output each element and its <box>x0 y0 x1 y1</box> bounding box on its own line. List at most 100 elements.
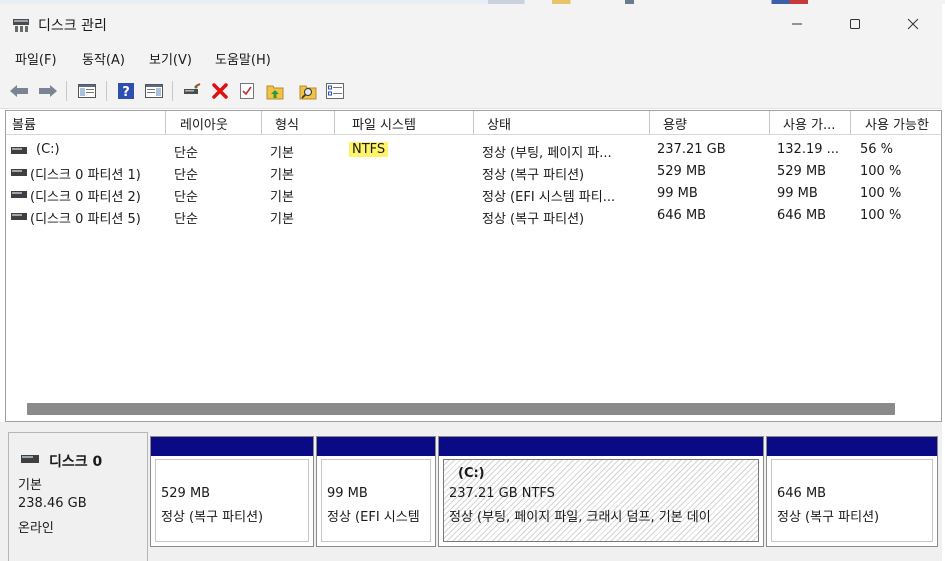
volume-status: 정상 (부팅, 페이지 파... <box>482 146 612 161</box>
volume-list: 볼륨 레이아웃 형식 파일 시스템 상태 용량 사용 가... 사용 가능한 (… <box>5 110 942 422</box>
find-button[interactable] <box>297 80 319 102</box>
volume-percent-free: 56 % <box>860 142 894 157</box>
volume-percent-free: 100 % <box>860 186 902 201</box>
svg-text:?: ? <box>122 85 130 100</box>
partition-header-bar <box>151 437 313 456</box>
back-button[interactable] <box>8 80 30 102</box>
column-header-percent-free[interactable]: 사용 가능한 <box>865 114 929 133</box>
partition-header-bar <box>767 437 937 456</box>
toolbar: ? <box>0 72 942 109</box>
volume-percent-free: 100 % <box>860 208 902 223</box>
volume-row[interactable]: (디스크 0 파티션 1) 단순 기본 정상 (복구 파티션) 529 MB 5… <box>6 162 941 184</box>
drive-icon <box>11 169 27 176</box>
column-divider[interactable] <box>649 111 650 134</box>
volume-list-header: 볼륨 레이아웃 형식 파일 시스템 상태 용량 사용 가... 사용 가능한 <box>6 111 941 135</box>
properties-icon <box>326 83 344 99</box>
delete-button[interactable] <box>209 80 231 102</box>
column-header-status[interactable]: 상태 <box>487 114 511 133</box>
volume-layout: 단순 <box>174 168 198 183</box>
menu-file[interactable]: 파일(F) <box>15 49 57 68</box>
menu-help[interactable]: 도움말(H) <box>215 49 271 68</box>
title-bar: 디스크 관리 <box>0 4 942 44</box>
volume-type: 기본 <box>270 146 294 161</box>
partition-header-bar <box>317 437 435 456</box>
show-hide-action-pane-button[interactable] <box>143 80 165 102</box>
delete-icon <box>212 83 228 99</box>
back-arrow-icon <box>10 85 28 97</box>
column-header-capacity[interactable]: 용량 <box>663 114 687 133</box>
disk-name: 디스크 0 <box>49 454 103 470</box>
column-header-free-space[interactable]: 사용 가... <box>783 114 835 133</box>
disk-icon <box>21 455 39 463</box>
up-folder-icon <box>266 85 284 100</box>
partition-size: 237.21 GB NTFS <box>449 486 555 501</box>
connect-drive-icon <box>184 83 201 94</box>
volume-free-space: 529 MB <box>777 164 827 179</box>
disk-info-panel[interactable]: 디스크 0 기본 238.46 GB 온라인 <box>8 432 148 561</box>
partition-body: (C:) 237.21 GB NTFS 정상 (부팅, 페이지 파일, 크래시 … <box>443 459 759 542</box>
column-header-volume[interactable]: 볼륨 <box>12 114 36 133</box>
help-icon: ? <box>118 83 134 100</box>
volume-name: (C:) <box>36 142 60 157</box>
connect-virtual-disk-button[interactable] <box>181 80 203 102</box>
column-divider[interactable] <box>473 111 474 134</box>
panel-icon <box>145 84 163 98</box>
volume-capacity: 529 MB <box>657 164 707 179</box>
volume-status: 정상 (복구 파티션) <box>482 212 585 227</box>
column-divider[interactable] <box>261 111 262 134</box>
up-level-button[interactable] <box>264 80 286 102</box>
partition-status: 정상 (EFI 시스템 <box>327 510 420 525</box>
partition-header-bar <box>439 437 763 456</box>
column-divider[interactable] <box>165 111 166 134</box>
volume-row[interactable]: (디스크 0 파티션 2) 단순 기본 정상 (EFI 시스템 파티... 99… <box>6 184 941 206</box>
partition-size: 99 MB <box>327 486 368 501</box>
console-tree-icon <box>78 84 96 98</box>
menu-view[interactable]: 보기(V) <box>149 49 192 68</box>
column-header-type[interactable]: 형식 <box>275 114 299 133</box>
volume-row[interactable]: (C:) 단순 기본 NTFS 정상 (부팅, 페이지 파... 237.21 … <box>6 140 941 162</box>
partition-c-drive[interactable]: (C:) 237.21 GB NTFS 정상 (부팅, 페이지 파일, 크래시 … <box>438 436 764 547</box>
volume-capacity: 237.21 GB <box>657 142 726 157</box>
column-divider[interactable] <box>334 111 335 134</box>
volume-layout: 단순 <box>174 190 198 205</box>
horizontal-scrollbar-thumb[interactable] <box>27 403 895 415</box>
partition-recovery-5[interactable]: 646 MB 정상 (복구 파티션) <box>766 436 938 547</box>
toolbar-separator <box>66 81 67 101</box>
check-button[interactable] <box>236 80 258 102</box>
minimize-icon <box>792 23 802 25</box>
menu-bar: 파일(F) 동작(A) 보기(V) 도움말(H) <box>0 44 942 72</box>
show-hide-console-tree-button[interactable] <box>76 80 98 102</box>
column-divider[interactable] <box>769 111 770 134</box>
volume-capacity: 646 MB <box>657 208 707 223</box>
column-header-layout[interactable]: 레이아웃 <box>180 114 228 133</box>
volume-free-space: 99 MB <box>777 186 818 201</box>
help-button[interactable]: ? <box>115 80 137 102</box>
properties-button[interactable] <box>324 80 346 102</box>
volume-name: (디스크 0 파티션 1) <box>30 168 141 183</box>
menu-action[interactable]: 동작(A) <box>82 49 125 68</box>
partition-recovery-1[interactable]: 529 MB 정상 (복구 파티션) <box>150 436 314 547</box>
partition-label: (C:) <box>458 466 485 481</box>
disk-management-window: 디스크 관리 파일(F) 동작(A) 보기(V) 도움말(H) ? 볼륨 레이아… <box>0 4 942 561</box>
close-icon <box>907 18 919 30</box>
volume-type: 기본 <box>270 190 294 205</box>
toolbar-separator <box>106 81 107 101</box>
column-header-file-system[interactable]: 파일 시스템 <box>352 114 416 133</box>
maximize-button[interactable] <box>826 4 884 44</box>
window-title: 디스크 관리 <box>38 18 107 34</box>
partition-efi[interactable]: 99 MB 정상 (EFI 시스템 <box>316 436 436 547</box>
close-button[interactable] <box>884 4 942 44</box>
column-divider[interactable] <box>850 111 851 134</box>
volume-name: (디스크 0 파티션 5) <box>30 212 141 227</box>
partition-status: 정상 (부팅, 페이지 파일, 크래시 덤프, 기본 데이 <box>449 510 711 525</box>
minimize-button[interactable] <box>768 4 826 44</box>
forward-button[interactable] <box>37 80 59 102</box>
check-icon <box>240 83 254 99</box>
volume-layout: 단순 <box>174 146 198 161</box>
volume-row[interactable]: (디스크 0 파티션 5) 단순 기본 정상 (복구 파티션) 646 MB 6… <box>6 206 941 228</box>
maximize-icon <box>850 19 860 29</box>
volume-free-space: 132.19 ... <box>777 142 840 157</box>
toolbar-separator <box>172 81 173 101</box>
partition-body: 99 MB 정상 (EFI 시스템 <box>321 459 431 542</box>
forward-arrow-icon <box>39 85 57 97</box>
